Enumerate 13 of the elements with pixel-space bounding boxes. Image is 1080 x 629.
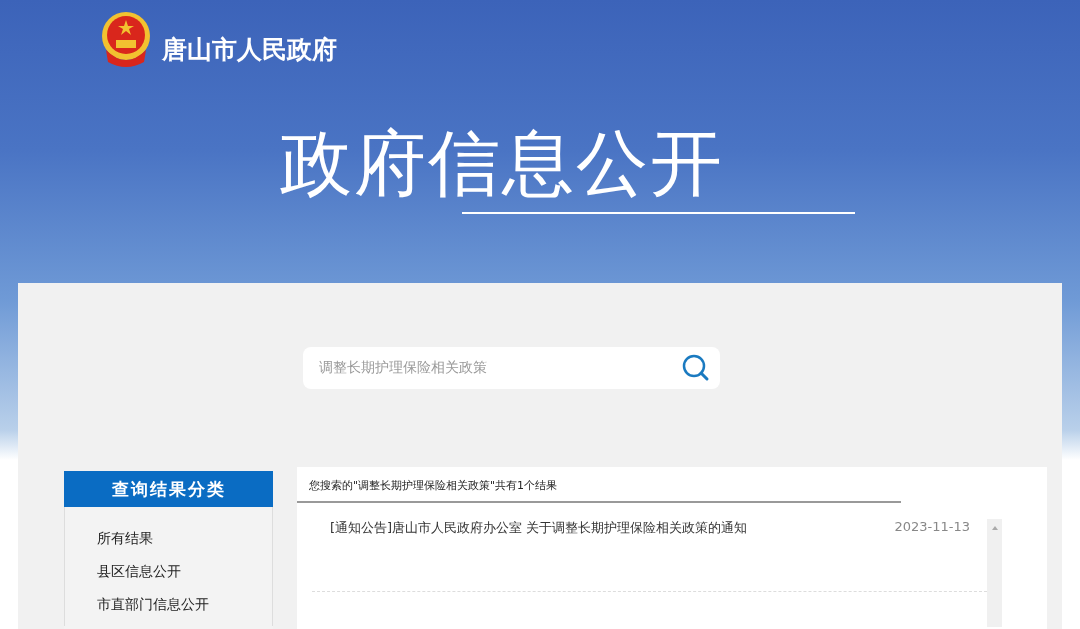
sidebar-item[interactable]: 县区信息公开 xyxy=(97,560,272,593)
banner-title: 政府信息公开 xyxy=(280,122,724,204)
site-name[interactable]: 唐山市人民政府 xyxy=(162,33,337,70)
result-date: 2023-11-13 xyxy=(894,519,970,536)
scrollbar[interactable] xyxy=(987,519,1002,627)
sidebar-title: 查询结果分类 xyxy=(64,471,273,507)
sidebar-item[interactable]: 所有结果 xyxy=(97,527,272,560)
emblem-icon xyxy=(100,10,152,70)
scroll-up-icon[interactable] xyxy=(990,525,999,531)
result-summary: 您搜索的"调整长期护理保险相关政策"共有1个结果 xyxy=(297,467,901,503)
search-icon[interactable] xyxy=(682,354,710,382)
result-link[interactable]: [通知公告]唐山市人民政府办公室 关于调整长期护理保险相关政策的通知 xyxy=(330,519,748,537)
sidebar-item[interactable]: 市直部门信息公开 xyxy=(97,593,272,626)
